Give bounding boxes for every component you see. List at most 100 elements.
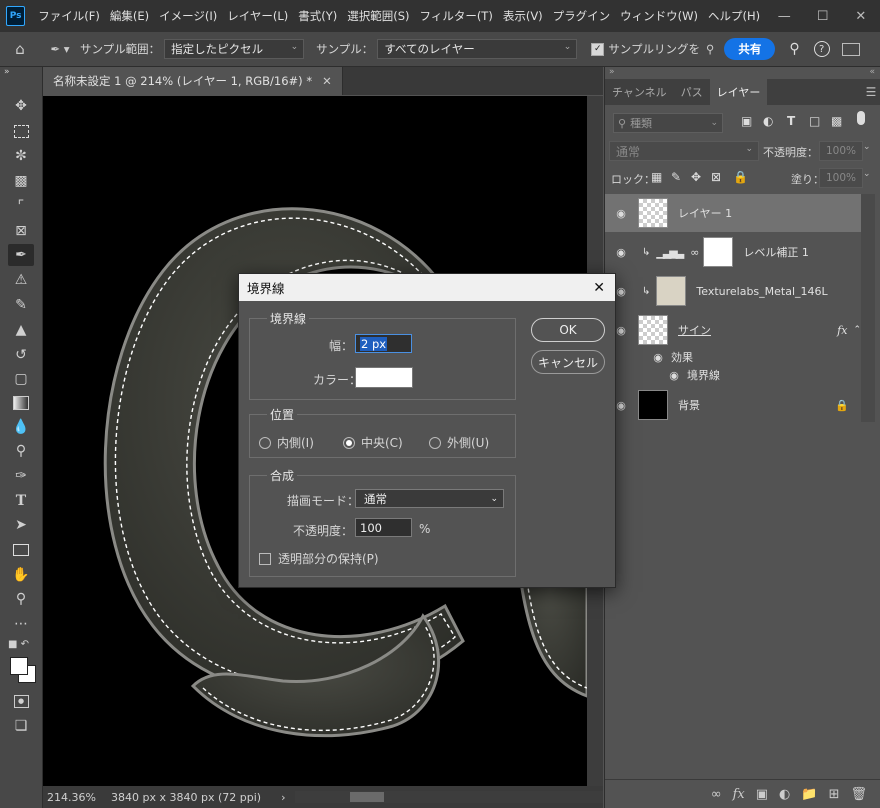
tab-paths[interactable]: パス — [674, 79, 710, 105]
layer-effects-row[interactable]: ◉ 効果 — [605, 347, 861, 367]
layer-row-background[interactable]: ◉ 背景 🔒 — [605, 386, 861, 424]
filter-shape-icon[interactable]: □ — [809, 114, 820, 128]
crop-tool-icon[interactable]: ⌜ — [8, 195, 34, 217]
pen-tool-icon[interactable]: ✑ — [8, 465, 34, 487]
path-select-tool-icon[interactable]: ➤ — [8, 514, 34, 536]
visibility-eye-icon[interactable]: ◉ — [614, 207, 628, 220]
blur-tool-icon[interactable]: 💧 — [8, 416, 34, 438]
spot-healing-tool-icon[interactable]: ⚠ — [8, 269, 34, 291]
workspace-icon[interactable] — [841, 42, 860, 56]
default-colors-icon[interactable]: ■ ↶ — [8, 637, 34, 651]
radio-button[interactable] — [259, 436, 271, 449]
collapse-toolbar-icon[interactable]: » — [4, 65, 30, 79]
marquee-tool-icon[interactable] — [8, 120, 34, 142]
status-arrow-icon[interactable]: › — [281, 791, 285, 804]
lock-position-icon[interactable]: ✥ — [691, 170, 701, 184]
delete-layer-icon[interactable]: 🗑 — [850, 787, 867, 802]
minimize-icon[interactable]: — — [765, 9, 803, 24]
menu-layer[interactable]: レイヤー(L) — [222, 8, 293, 24]
color-swatch[interactable] — [355, 367, 413, 388]
dodge-tool-icon[interactable]: ⚲ — [8, 440, 34, 462]
panel-collapse-icon[interactable]: » — [609, 67, 615, 77]
new-group-icon[interactable]: 📁 — [801, 787, 817, 802]
close-window-icon[interactable]: ✕ — [842, 9, 880, 24]
sample-size-select[interactable]: 指定したピクセル ⌄ — [164, 39, 305, 59]
preserve-transparency-checkbox[interactable]: 透明部分の保持(P) — [259, 550, 379, 567]
stamp-tool-icon[interactable]: ▲ — [8, 319, 34, 341]
position-center-radio[interactable]: 中央(C) — [343, 434, 403, 451]
visibility-eye-icon[interactable]: ◉ — [614, 246, 628, 259]
lock-transparent-icon[interactable]: ▦ — [651, 170, 662, 184]
menu-select[interactable]: 選択範囲(S) — [342, 8, 414, 24]
layer-name[interactable]: サイン — [678, 322, 711, 338]
panel-menu-icon[interactable]: ☰ — [861, 79, 880, 105]
layer-name[interactable]: レベル補正 1 — [743, 244, 809, 260]
chain-link-icon[interactable]: ∞ — [690, 246, 699, 259]
rectangle-tool-icon[interactable] — [8, 539, 34, 561]
search-icon[interactable]: ⚲ — [789, 41, 799, 57]
tab-channels[interactable]: チャンネル — [605, 79, 674, 105]
flask-icon[interactable]: ⚲ — [706, 42, 714, 56]
frame-tool-icon[interactable]: ⊠ — [8, 220, 34, 242]
opacity-input[interactable]: 100 — [355, 518, 412, 537]
dialog-close-icon[interactable]: ✕ — [593, 280, 605, 296]
layer-row-sign[interactable]: ◉ サイン fx ⌃ — [605, 311, 861, 349]
visibility-eye-icon[interactable]: ◉ — [651, 351, 665, 364]
more-tools-icon[interactable]: ⋯ — [8, 613, 34, 635]
menu-image[interactable]: イメージ(I) — [154, 8, 222, 24]
chevron-down-icon[interactable]: ⌄ — [863, 169, 871, 179]
checkbox[interactable] — [259, 552, 271, 565]
panel-scrollbar[interactable] — [861, 194, 875, 422]
visibility-eye-icon[interactable]: ◉ — [614, 324, 628, 337]
horizontal-scroll-thumb[interactable] — [350, 792, 385, 802]
new-layer-icon[interactable]: ⊞ — [829, 787, 840, 802]
add-style-icon[interactable]: fx — [733, 787, 745, 802]
history-brush-tool-icon[interactable]: ↺ — [8, 344, 34, 366]
menu-window[interactable]: ウィンドウ(W) — [615, 8, 703, 24]
layer-name[interactable]: レイヤー 1 — [678, 205, 732, 221]
layer-name[interactable]: 背景 — [678, 397, 700, 413]
menu-plugins[interactable]: プラグイン — [548, 8, 616, 24]
layer-row-layer1[interactable]: ◉ レイヤー 1 — [605, 194, 861, 232]
hand-tool-icon[interactable]: ✋ — [8, 564, 34, 586]
zoom-level[interactable]: 214.36% — [47, 791, 105, 804]
menu-filter[interactable]: フィルター(T) — [415, 8, 498, 24]
eyedropper-tool-icon[interactable]: ✒ — [8, 244, 34, 266]
document-tab[interactable]: 名称未設定 1 @ 214% (レイヤー 1, RGB/16#) * ✕ — [43, 67, 343, 95]
tab-layers[interactable]: レイヤー — [709, 79, 768, 105]
ok-button[interactable]: OK — [531, 318, 605, 342]
lock-all-icon[interactable]: 🔒 — [733, 170, 748, 184]
chevron-down-icon[interactable]: ⌄ — [863, 142, 871, 152]
eraser-tool-icon[interactable]: ▢ — [8, 368, 34, 390]
layer-row-levels[interactable]: ◉ ↳ ▁▃▅▃ ∞ レベル補正 1 — [605, 233, 861, 271]
visibility-eye-icon[interactable]: ◉ — [614, 285, 628, 298]
panel-expand-icon[interactable]: « — [869, 67, 875, 77]
layer-stroke-effect-row[interactable]: ◉ 境界線 — [605, 365, 861, 385]
chevron-up-icon[interactable]: ⌃ — [853, 325, 861, 335]
eyedropper-preset-icon[interactable]: ✒ ▾ — [40, 42, 80, 56]
move-tool-icon[interactable]: ✥ — [8, 95, 34, 117]
quick-mask-icon[interactable]: ● — [8, 690, 34, 712]
layer-filter-select[interactable]: ⚲ 種類 ⌄ — [613, 113, 723, 133]
cancel-button[interactable]: キャンセル — [531, 350, 605, 374]
foreground-color-swatch[interactable] — [10, 657, 28, 675]
home-icon[interactable]: ⌂ — [0, 40, 40, 58]
menu-type[interactable]: 書式(Y) — [293, 8, 342, 24]
object-select-tool-icon[interactable]: ▩ — [8, 170, 34, 192]
fill-field[interactable]: 100% — [819, 168, 863, 188]
type-tool-icon[interactable]: T — [8, 490, 34, 512]
layer-row-texture[interactable]: ◉ ↳ Texturelabs_Metal_146L — [605, 272, 861, 310]
position-inside-radio[interactable]: 内側(I) — [259, 434, 314, 451]
screen-mode-icon[interactable]: ❏ — [8, 715, 34, 737]
visibility-eye-icon[interactable]: ◉ — [667, 369, 681, 382]
blend-mode-select[interactable]: 通常 ⌄ — [355, 489, 504, 508]
lock-artboard-icon[interactable]: ⊠ — [711, 170, 721, 184]
sampling-ring-checkbox[interactable]: ✓ — [591, 42, 605, 56]
gradient-tool-icon[interactable] — [8, 392, 34, 414]
position-outside-radio[interactable]: 外側(U) — [429, 434, 489, 451]
layer-blend-mode-select[interactable]: 通常 ⌄ — [609, 141, 759, 161]
share-button[interactable]: 共有 — [724, 38, 776, 60]
layer-name[interactable]: Texturelabs_Metal_146L — [696, 285, 827, 298]
help-icon[interactable]: ? — [813, 41, 830, 57]
filter-smart-object-icon[interactable]: ▩ — [831, 114, 842, 128]
